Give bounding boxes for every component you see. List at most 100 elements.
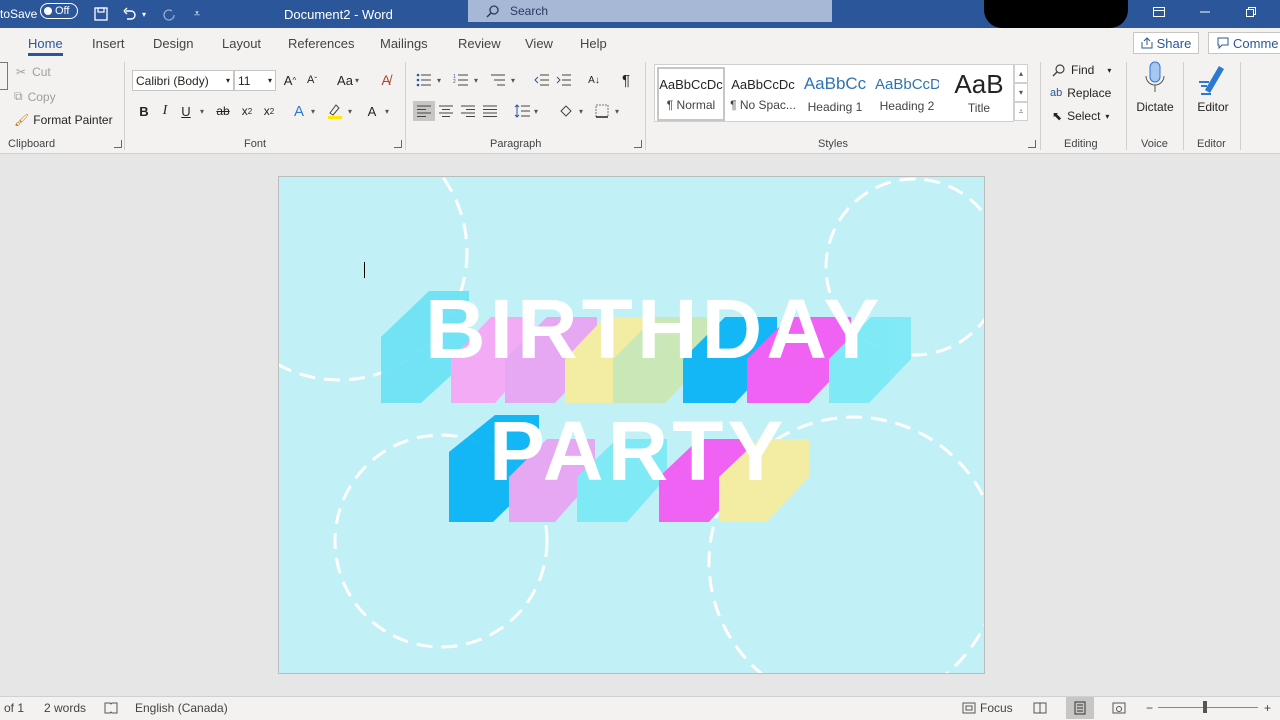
word-count[interactable]: 2 words (44, 697, 86, 719)
italic-icon[interactable]: I (155, 101, 175, 121)
chevron-down-icon[interactable]: ▾ (615, 107, 619, 116)
clear-formatting-icon[interactable]: A̸ (376, 70, 396, 90)
decrease-indent-icon[interactable] (532, 70, 552, 90)
shrink-font-icon[interactable]: Aˇ (302, 70, 322, 90)
chevron-down-icon[interactable]: ▾ (474, 76, 478, 85)
change-case-button[interactable]: Aa (334, 70, 356, 90)
styles-scroll-down-icon[interactable]: ▾ (1014, 83, 1028, 102)
customize-toolbar-icon[interactable]: ⩡ (186, 0, 208, 28)
select-button[interactable]: ⬉ Select ▾ (1052, 109, 1109, 123)
tab-design[interactable]: Design (153, 28, 193, 58)
status-bar: of 1 2 words English (Canada) Focus − + (0, 696, 1280, 720)
highlight-icon[interactable] (325, 101, 345, 121)
text-effects-icon[interactable]: A (289, 101, 309, 121)
redo-icon[interactable] (158, 0, 180, 28)
dictate-button[interactable]: Dictate (1134, 60, 1176, 114)
multilevel-list-icon[interactable] (488, 70, 508, 90)
tab-insert[interactable]: Insert (92, 28, 125, 58)
underline-icon[interactable]: U (176, 101, 196, 121)
subscript-icon[interactable]: x2 (237, 101, 257, 121)
borders-icon[interactable] (592, 101, 612, 121)
align-left-icon[interactable] (413, 101, 435, 121)
justify-icon[interactable] (480, 101, 500, 121)
tab-references[interactable]: References (288, 28, 354, 58)
increase-indent-icon[interactable] (554, 70, 574, 90)
zoom-out-icon[interactable]: − (1146, 697, 1153, 719)
font-size-combo[interactable]: 11 ▾ (234, 70, 276, 91)
tab-help[interactable]: Help (580, 28, 607, 58)
copy-button[interactable]: ⧉ Copy (14, 89, 56, 104)
bold-icon[interactable]: B (134, 101, 154, 121)
share-button[interactable]: Share (1133, 32, 1199, 54)
styles-launcher-icon[interactable] (1028, 140, 1036, 148)
style-title[interactable]: AaB Title (945, 67, 1013, 121)
zoom-slider[interactable] (1158, 707, 1258, 708)
tab-view[interactable]: View (525, 28, 553, 58)
chevron-down-icon[interactable]: ▾ (579, 107, 583, 116)
sort-icon[interactable]: A↓ (584, 70, 604, 90)
chevron-down-icon[interactable]: ▾ (511, 76, 515, 85)
paste-icon[interactable] (0, 62, 8, 90)
ribbon-display-icon[interactable] (1136, 0, 1182, 24)
chevron-down-icon[interactable]: ▾ (355, 76, 359, 85)
chevron-down-icon[interactable]: ▾ (385, 107, 389, 116)
find-button[interactable]: Find ▾ (1052, 63, 1111, 77)
save-icon[interactable] (90, 0, 112, 28)
superscript-icon[interactable]: x2 (259, 101, 279, 121)
restore-icon[interactable] (1228, 0, 1274, 24)
zoom-slider-thumb[interactable] (1203, 701, 1207, 713)
chevron-down-icon[interactable]: ▾ (348, 107, 352, 116)
tab-review[interactable]: Review (458, 28, 501, 58)
style-no-spacing[interactable]: AaBbCcDc ¶ No Spac... (729, 67, 797, 121)
read-mode-icon[interactable] (1033, 697, 1047, 719)
styles-more-icon[interactable]: ⩡ (1014, 102, 1028, 121)
undo-icon[interactable] (118, 0, 140, 28)
autosave-toggle[interactable]: Off (40, 3, 78, 19)
strikethrough-icon[interactable]: ab (213, 101, 233, 121)
align-right-icon[interactable] (458, 101, 478, 121)
tab-mailings[interactable]: Mailings (380, 28, 428, 58)
style-heading-1[interactable]: AaBbCc Heading 1 (801, 67, 869, 121)
chevron-down-icon[interactable]: ▾ (200, 107, 204, 116)
clipboard-launcher-icon[interactable] (114, 140, 122, 148)
heading-birthday[interactable]: BIRTHDAY (425, 281, 883, 378)
separator (124, 62, 125, 150)
web-layout-icon[interactable] (1112, 697, 1126, 719)
language[interactable]: English (Canada) (135, 697, 228, 719)
redacted-account (984, 0, 1128, 28)
zoom-in-icon[interactable]: + (1264, 697, 1271, 719)
font-name-combo[interactable]: Calibri (Body) ▾ (132, 70, 234, 91)
editor-button[interactable]: Editor (1192, 60, 1234, 114)
comments-button[interactable]: Comme (1208, 32, 1280, 54)
font-color-icon[interactable]: A (362, 101, 382, 121)
align-center-icon[interactable] (436, 101, 456, 121)
styles-scroll-up-icon[interactable]: ▴ (1014, 64, 1028, 83)
style-heading-2[interactable]: AaBbCcD Heading 2 (873, 67, 941, 121)
chevron-down-icon[interactable]: ▾ (534, 107, 538, 116)
numbering-icon[interactable]: 12 (451, 70, 471, 90)
print-layout-icon[interactable] (1066, 697, 1094, 719)
line-spacing-icon[interactable] (512, 101, 532, 121)
chevron-down-icon[interactable]: ▾ (311, 107, 315, 116)
chevron-down-icon[interactable]: ▾ (437, 76, 441, 85)
proofing-icon[interactable] (104, 697, 118, 719)
document-page[interactable]: BIRTHDAY PARTY (278, 176, 985, 674)
minimize-icon[interactable] (1182, 0, 1228, 24)
bullets-icon[interactable] (414, 70, 434, 90)
grow-font-icon[interactable]: A ^ (280, 70, 300, 90)
focus-button[interactable]: Focus (962, 697, 1013, 719)
cut-button[interactable]: ✂ Cut (16, 65, 51, 79)
tab-layout[interactable]: Layout (222, 28, 261, 58)
tab-home[interactable]: Home (28, 28, 63, 58)
replace-button[interactable]: ab Replace (1050, 86, 1111, 100)
heading-party[interactable]: PARTY (489, 403, 787, 500)
search-box[interactable]: Search (468, 0, 832, 22)
paragraph-launcher-icon[interactable] (634, 140, 642, 148)
style-normal[interactable]: AaBbCcDc ¶ Normal (657, 67, 725, 121)
font-launcher-icon[interactable] (394, 140, 402, 148)
show-formatting-icon[interactable]: ¶ (616, 70, 636, 90)
undo-dropdown-icon[interactable]: ▾ (142, 0, 146, 28)
format-painter-button[interactable]: 🖌 Format Painter (14, 113, 113, 127)
shading-icon[interactable] (556, 101, 576, 121)
page-count[interactable]: of 1 (4, 697, 24, 719)
